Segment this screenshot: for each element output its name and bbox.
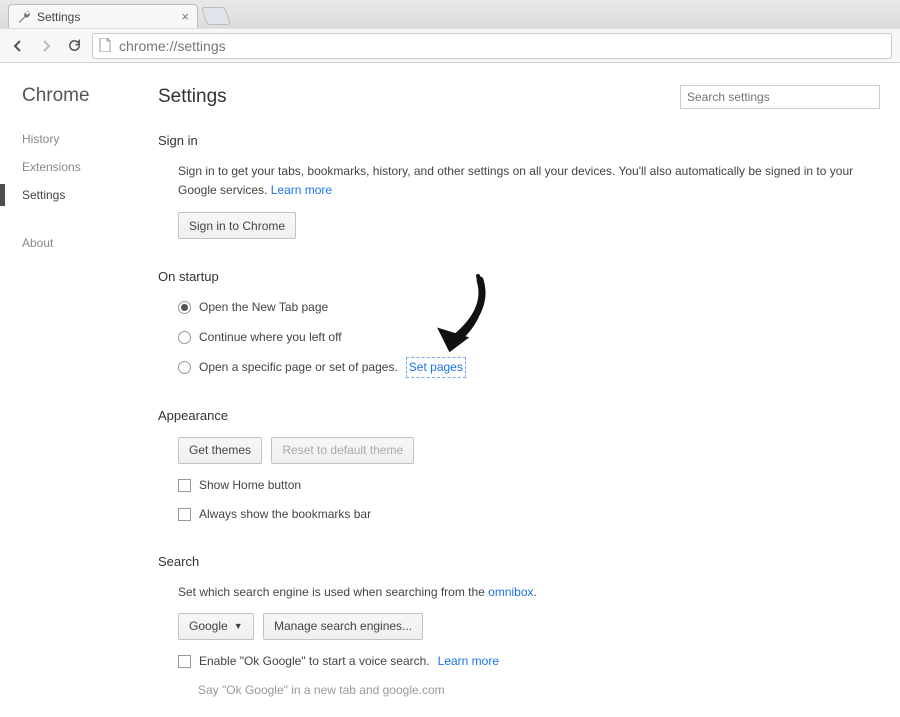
reload-button[interactable] [64,36,84,56]
sidebar-item-settings[interactable]: Settings [22,181,150,209]
startup-option-label: Continue where you left off [199,328,342,347]
manage-search-engines-button[interactable]: Manage search engines... [263,613,423,640]
search-engine-dropdown[interactable]: Google ▼ [178,613,254,640]
ok-google-learn-more-link[interactable]: Learn more [438,652,499,671]
page-title: Settings [158,86,227,108]
signin-learn-more-link[interactable]: Learn more [271,183,332,197]
startup-option-label: Open the New Tab page [199,298,328,317]
set-pages-link[interactable]: Set pages [406,357,466,378]
show-home-label: Show Home button [199,476,301,495]
signin-button[interactable]: Sign in to Chrome [178,212,296,239]
radio-icon[interactable] [178,331,191,344]
checkbox-icon[interactable] [178,479,191,492]
chevron-down-icon: ▼ [234,621,243,631]
signin-title: Sign in [158,133,880,148]
search-text: Set which search engine is used when sea… [178,585,488,599]
startup-option-specific[interactable]: Open a specific page or set of pages. Se… [178,357,880,378]
ok-google-checkbox-row[interactable]: Enable "Ok Google" to start a voice sear… [178,652,880,671]
section-search: Search Set which search engine is used w… [158,554,880,700]
sidebar-item-about[interactable]: About [22,229,150,257]
show-bookmarks-label: Always show the bookmarks bar [199,505,371,524]
ok-google-hint: Say "Ok Google" in a new tab and google.… [178,681,880,700]
section-startup: On startup Open the New Tab page Continu… [158,269,880,378]
section-signin: Sign in Sign in to get your tabs, bookma… [158,133,880,239]
ok-google-label: Enable "Ok Google" to start a voice sear… [199,652,430,671]
reset-theme-button[interactable]: Reset to default theme [271,437,414,464]
back-button[interactable] [8,36,28,56]
wrench-icon [17,10,31,24]
page-icon [99,38,113,54]
show-bookmarks-checkbox-row[interactable]: Always show the bookmarks bar [178,505,880,524]
startup-option-continue[interactable]: Continue where you left off [178,328,880,347]
tab-settings[interactable]: Settings × [8,4,198,28]
startup-option-newtab[interactable]: Open the New Tab page [178,298,880,317]
sidebar-item-history[interactable]: History [22,125,150,153]
startup-option-label: Open a specific page or set of pages. [199,358,398,377]
sidebar-title: Chrome [22,85,150,107]
content-area: Chrome History Extensions Settings About… [0,63,900,701]
checkbox-icon[interactable] [178,655,191,668]
tab-title: Settings [37,10,80,24]
forward-button[interactable] [36,36,56,56]
checkbox-icon[interactable] [178,508,191,521]
close-icon[interactable]: × [181,9,189,24]
sidebar-item-extensions[interactable]: Extensions [22,153,150,181]
radio-icon[interactable] [178,361,191,374]
show-home-checkbox-row[interactable]: Show Home button [178,476,880,495]
omnibox-link[interactable]: omnibox [488,585,533,599]
address-input[interactable] [119,38,885,54]
toolbar [0,28,900,62]
search-settings-input[interactable] [680,85,880,109]
header-row: Settings [158,85,880,109]
main-panel: Settings Sign in Sign in to get your tab… [150,63,900,701]
sidebar: Chrome History Extensions Settings About [0,63,150,701]
appearance-title: Appearance [158,408,880,423]
search-engine-label: Google [189,619,228,633]
radio-icon[interactable] [178,301,191,314]
new-tab-button[interactable] [201,7,231,25]
startup-title: On startup [158,269,880,284]
search-title: Search [158,554,880,569]
browser-chrome: Settings × [0,0,900,63]
get-themes-button[interactable]: Get themes [178,437,262,464]
tab-bar: Settings × [0,0,900,28]
section-appearance: Appearance Get themes Reset to default t… [158,408,880,524]
omnibox[interactable] [92,33,892,59]
